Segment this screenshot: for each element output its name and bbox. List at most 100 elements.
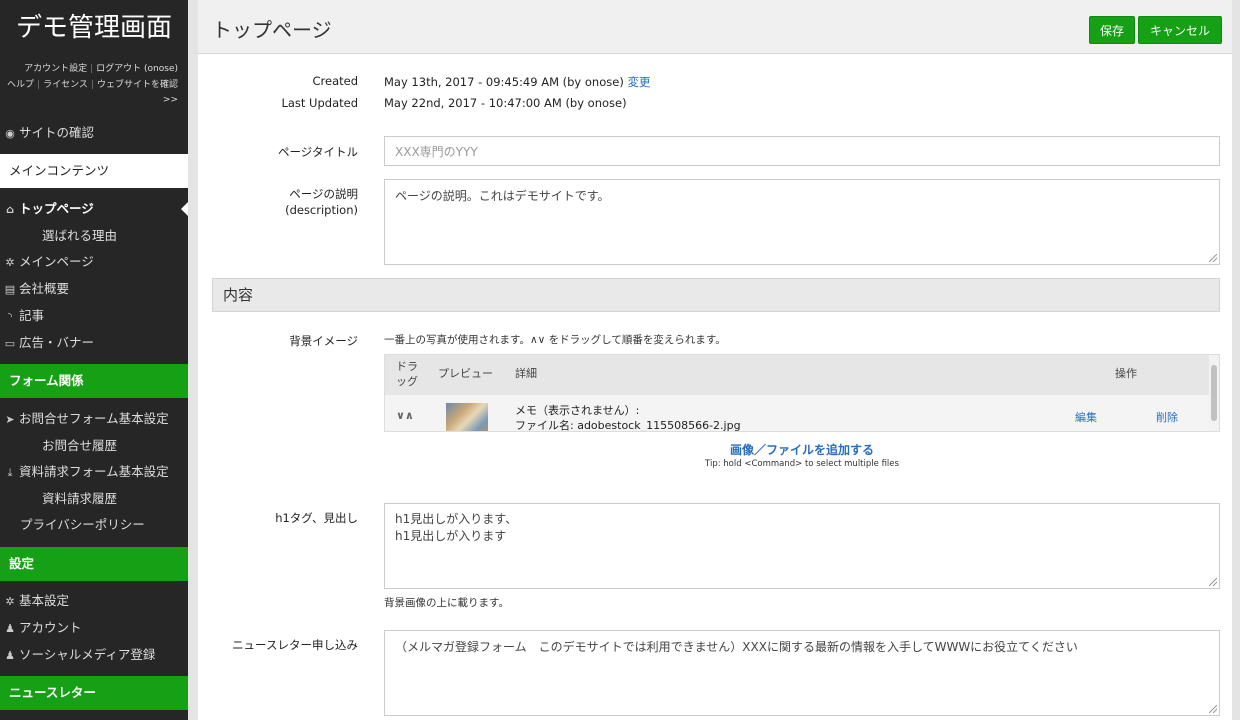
image-filename: ファイル名: adobestock_115508566-2.jpg bbox=[515, 419, 741, 432]
view-website-link[interactable]: ウェブサイトを確認 >> bbox=[97, 80, 178, 106]
sidebar-item-label: 広告・バナー bbox=[19, 335, 95, 350]
newsletter-value: （メルマガ登録フォーム このデモサイトでは利用できません）XXXに関する最新の情… bbox=[395, 640, 1078, 654]
created-value: May 13th, 2017 - 09:45:49 AM (by onose) bbox=[384, 75, 624, 89]
sidebar-gutter bbox=[188, 0, 198, 720]
sidebar-item-label: 記事 bbox=[19, 308, 45, 323]
account-settings-link[interactable]: アカウント設定 bbox=[24, 64, 87, 74]
sidebar-item-docs-settings[interactable]: ⤓ 資料請求フォーム基本設定 bbox=[0, 459, 188, 485]
image-table-scrollbar[interactable] bbox=[1209, 355, 1219, 431]
sidebar-item-basic-settings[interactable]: ✲ 基本設定 bbox=[0, 588, 188, 614]
page-title-placeholder: XXX専門のYYY bbox=[395, 145, 478, 159]
save-button[interactable]: 保存 bbox=[1089, 16, 1135, 44]
col-detail: 詳細 bbox=[515, 367, 537, 380]
top-links: アカウント設定 | ログアウト (onose) ヘルプ | ライセンス | ウェブサイトを確… bbox=[0, 62, 178, 109]
sidebar-item-label: 資料請求フォーム基本設定 bbox=[19, 464, 169, 479]
logout-link[interactable]: ログアウト (onose) bbox=[96, 64, 178, 74]
content-section-header: 内容 bbox=[212, 278, 1220, 312]
change-link[interactable]: 変更 bbox=[627, 75, 650, 89]
resize-handle[interactable] bbox=[1209, 705, 1217, 713]
h1-label: h1タグ、見出し bbox=[275, 511, 358, 525]
sidebar-item-label: 選ばれる理由 bbox=[42, 228, 118, 243]
sidebar-item-contact-settings[interactable]: ➤ お問合せフォーム基本設定 bbox=[0, 406, 188, 432]
bg-image-help: 一番上の写真が使用されます。∧∨ をドラッグして順番を変えられます。 bbox=[384, 334, 726, 346]
sidebar-item-label: ソーシャルメディア登録 bbox=[19, 647, 156, 662]
updated-label: Last Updated bbox=[281, 96, 358, 110]
sidebar-item-contact-history[interactable]: お問合せ履歴 bbox=[0, 433, 188, 459]
sidebar-item-articles[interactable]: ◝ 記事 bbox=[0, 303, 188, 329]
sidebar-item-privacy[interactable]: プライバシーポリシー bbox=[0, 512, 188, 538]
newsletter-textarea[interactable]: （メルマガ登録フォーム このデモサイトでは利用できません）XXXに関する最新の情… bbox=[384, 630, 1220, 716]
license-link[interactable]: ライセンス bbox=[43, 80, 88, 90]
right-gutter bbox=[1232, 0, 1240, 720]
col-drag-line1: ドラ bbox=[396, 360, 418, 373]
updated-value: May 22nd, 2017 - 10:47:00 AM (by onose) bbox=[384, 96, 627, 110]
sidebar-item-label: サイトの確認 bbox=[19, 125, 95, 140]
users-icon: ♟ bbox=[5, 649, 15, 662]
site-title: デモ管理画面 bbox=[15, 13, 172, 43]
home-icon: ⌂ bbox=[6, 203, 14, 216]
h1-textarea[interactable]: h1見出しが入ります、 h1見出しが入ります bbox=[384, 503, 1220, 589]
sidebar-section-main-contents: メインコンテンツ bbox=[0, 154, 188, 188]
send-icon: ➤ bbox=[5, 413, 15, 426]
page-title-input[interactable]: XXX専門のYYY bbox=[384, 136, 1220, 166]
sidebar-item-company[interactable]: ▤ 会社概要 bbox=[0, 276, 188, 302]
separator: | bbox=[37, 79, 41, 90]
scrollbar-thumb[interactable] bbox=[1211, 365, 1217, 421]
active-indicator bbox=[181, 202, 188, 216]
sidebar-item-label: 会社概要 bbox=[19, 281, 70, 296]
sidebar-item-social-media[interactable]: ♟ ソーシャルメディア登録 bbox=[0, 642, 188, 668]
sidebar-item-account[interactable]: ♟ アカウント bbox=[0, 615, 188, 641]
col-preview: プレビュー bbox=[438, 367, 493, 380]
eye-icon: ◉ bbox=[5, 127, 15, 140]
table-row: ∨∧ メモ（表示されません）: ファイル名: adobestock_115508… bbox=[385, 395, 1211, 432]
sidebar-section-forms: フォーム関係 bbox=[0, 364, 188, 398]
resize-handle[interactable] bbox=[1209, 578, 1217, 586]
h1-line-1: h1見出しが入ります、 bbox=[395, 512, 518, 526]
sidebar-item-label: お問合せ履歴 bbox=[42, 438, 118, 453]
image-table-header: ドラ ッグ プレビュー 詳細 操作 bbox=[385, 355, 1211, 395]
sidebar-item-main-page[interactable]: ✲ メインページ bbox=[0, 249, 188, 275]
sidebar-section-settings: 設定 bbox=[0, 547, 188, 581]
sidebar-item-view-site[interactable]: ◉ サイトの確認 bbox=[0, 120, 188, 146]
page-title-label: ページタイトル bbox=[277, 145, 358, 159]
cancel-button[interactable]: キャンセル bbox=[1138, 16, 1222, 44]
description-textarea[interactable]: ページの説明。これはデモサイトです。 bbox=[384, 179, 1220, 265]
sidebar-item-reasons[interactable]: 選ばれる理由 bbox=[0, 223, 188, 249]
created-value-row: May 13th, 2017 - 09:45:49 AM (by onose) … bbox=[384, 74, 650, 90]
edit-link[interactable]: 編集 bbox=[1075, 409, 1097, 425]
image-thumbnail bbox=[446, 403, 488, 431]
created-label: Created bbox=[312, 74, 358, 88]
delete-link[interactable]: 削除 bbox=[1156, 409, 1178, 425]
user-icon: ♟ bbox=[5, 622, 15, 635]
separator: | bbox=[90, 64, 94, 74]
sidebar-item-label: お問合せフォーム基本設定 bbox=[19, 411, 169, 426]
description-value: ページの説明。これはデモサイトです。 bbox=[395, 189, 610, 203]
help-link[interactable]: ヘルプ bbox=[7, 80, 34, 90]
main-content: トップページ 保存 キャンセル Created May 13th, 2017 -… bbox=[198, 0, 1232, 720]
bg-image-label: 背景イメージ bbox=[289, 334, 358, 348]
gear-icon: ✲ bbox=[5, 256, 15, 269]
sidebar-item-top-page[interactable]: ⌂ トップページ bbox=[0, 196, 188, 222]
description-label: ページの説明 bbox=[289, 187, 358, 201]
col-ops: 操作 bbox=[1115, 367, 1137, 380]
image-memo: メモ（表示されません）: bbox=[515, 404, 640, 417]
app-root: デモ管理画面 アカウント設定 | ログアウト (onose) ヘルプ | ライセンス | ウ… bbox=[0, 0, 1240, 720]
download-icon: ⤓ bbox=[7, 466, 13, 479]
resize-handle[interactable] bbox=[1209, 254, 1217, 262]
newsletter-label: ニュースレター申し込み bbox=[232, 638, 358, 652]
col-drag-line2: ッグ bbox=[396, 375, 418, 388]
add-image-link[interactable]: 画像／ファイルを追加する bbox=[384, 441, 1220, 458]
h1-help: 背景画像の上に載ります。 bbox=[384, 597, 509, 609]
sidebar-section-newsletter: ニュースレター bbox=[0, 676, 188, 710]
sidebar-item-label: 基本設定 bbox=[19, 593, 70, 608]
banner-icon: ▭ bbox=[4, 337, 16, 350]
sidebar-item-banners[interactable]: ▭ 広告・バナー bbox=[0, 330, 188, 356]
sidebar-item-docs-history[interactable]: 資料請求履歴 bbox=[0, 486, 188, 512]
separator: | bbox=[90, 79, 94, 90]
gear-icon: ✲ bbox=[5, 595, 15, 608]
rss-icon: ◝ bbox=[7, 310, 13, 323]
sidebar-item-label: アカウント bbox=[19, 620, 82, 635]
page-header: トップページ 保存 キャンセル bbox=[198, 0, 1232, 54]
sidebar-item-label: メインページ bbox=[19, 254, 94, 269]
drag-handle-icon[interactable]: ∨∧ bbox=[396, 409, 414, 422]
